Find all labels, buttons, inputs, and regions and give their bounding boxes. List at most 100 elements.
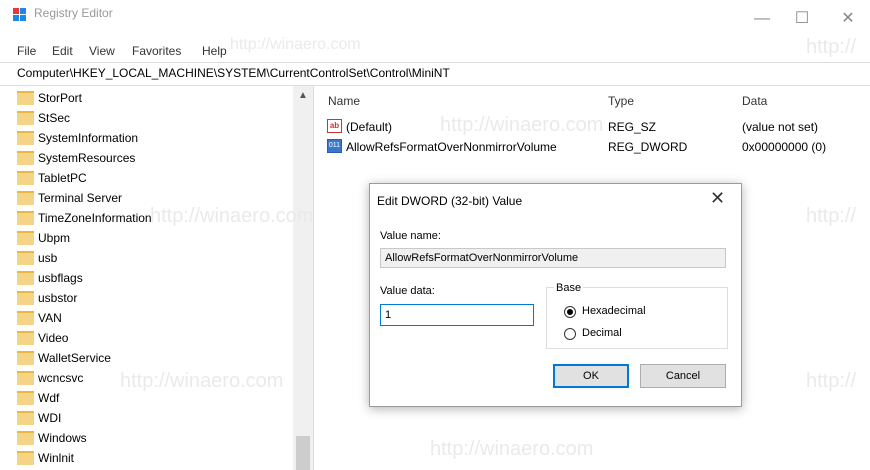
tree-item[interactable]: VAN xyxy=(0,308,290,328)
dword-value-icon: 011 xyxy=(327,139,342,153)
tree-item-label: Ubpm xyxy=(38,231,71,245)
folder-icon xyxy=(17,391,34,405)
dialog-close-button[interactable]: ✕ xyxy=(710,188,725,209)
column-header-data[interactable]: Data xyxy=(742,94,767,108)
folder-icon xyxy=(17,291,34,305)
tree-item[interactable]: WalletService xyxy=(0,348,290,368)
hexadecimal-radio[interactable] xyxy=(564,306,576,318)
tree-item-label: TimeZoneInformation xyxy=(38,211,152,225)
cancel-button[interactable]: Cancel xyxy=(640,364,726,388)
base-group xyxy=(546,287,728,349)
folder-icon xyxy=(17,351,34,365)
folder-icon xyxy=(17,211,34,225)
tree-item-label: usbflags xyxy=(38,271,83,285)
hexadecimal-label[interactable]: Hexadecimal xyxy=(582,305,646,317)
tree-item[interactable]: Ubpm xyxy=(0,228,290,248)
tree-item-label: Video xyxy=(38,331,69,345)
dialog-title: Edit DWORD (32-bit) Value xyxy=(377,194,523,208)
value-name: AllowRefsFormatOverNonmirrorVolume xyxy=(346,140,557,154)
address-bar[interactable]: Computer\HKEY_LOCAL_MACHINE\SYSTEM\Curre… xyxy=(0,62,870,86)
folder-icon xyxy=(17,431,34,445)
folder-icon xyxy=(17,131,34,145)
value-data: (value not set) xyxy=(742,120,819,134)
tree-scrollbar[interactable]: ▲ xyxy=(293,86,313,470)
menu-help[interactable]: Help xyxy=(202,44,227,58)
minimize-button[interactable]: — xyxy=(742,4,782,34)
value-name-field: AllowRefsFormatOverNonmirrorVolume xyxy=(380,248,726,268)
value-data-input[interactable] xyxy=(380,304,534,326)
value-name: (Default) xyxy=(346,120,393,134)
tree-item-label: SystemInformation xyxy=(38,131,139,145)
folder-icon xyxy=(17,371,34,385)
value-data: 0x00000000 (0) xyxy=(742,140,827,154)
folder-icon xyxy=(17,411,34,425)
menu-bar: File Edit View Favorites Help xyxy=(0,38,870,62)
folder-icon xyxy=(17,111,34,125)
tree-item[interactable]: TimeZoneInformation xyxy=(0,208,290,228)
tree-item[interactable]: Windows xyxy=(0,428,290,448)
value-data-label: Value data: xyxy=(380,285,435,297)
menu-favorites[interactable]: Favorites xyxy=(132,44,181,58)
folder-icon xyxy=(17,151,34,165)
scroll-thumb[interactable] xyxy=(296,436,310,470)
value-type: REG_DWORD xyxy=(608,140,688,154)
decimal-radio[interactable] xyxy=(564,328,576,340)
tree-item[interactable]: usb xyxy=(0,248,290,268)
value-row[interactable]: 011 AllowRefsFormatOverNonmirrorVolume R… xyxy=(314,138,870,156)
tree-item-label: StorPort xyxy=(38,91,83,105)
folder-icon xyxy=(17,191,34,205)
folder-icon xyxy=(17,271,34,285)
scroll-up-icon[interactable]: ▲ xyxy=(298,90,308,101)
value-row[interactable]: ab (Default) REG_SZ (value not set) xyxy=(314,118,870,136)
folder-icon xyxy=(17,251,34,265)
menu-edit[interactable]: Edit xyxy=(52,44,73,58)
tree-item-label: WalletService xyxy=(38,351,111,365)
base-label: Base xyxy=(554,282,584,294)
tree-item[interactable]: SystemInformation xyxy=(0,128,290,148)
tree-item-label: Windows xyxy=(38,431,87,445)
tree-item-label: VAN xyxy=(38,311,62,325)
tree-item-label: TabletPC xyxy=(38,171,87,185)
tree-item[interactable]: wcncsvc xyxy=(0,368,290,388)
decimal-label[interactable]: Decimal xyxy=(582,327,622,339)
tree-item[interactable]: Winlnit xyxy=(0,448,290,468)
tree-item[interactable]: TabletPC xyxy=(0,168,290,188)
close-button[interactable]: ✕ xyxy=(828,4,868,34)
tree-item-label: usbstor xyxy=(38,291,78,305)
address-path[interactable]: Computer\HKEY_LOCAL_MACHINE\SYSTEM\Curre… xyxy=(17,66,450,80)
tree-item[interactable]: WDI xyxy=(0,408,290,428)
column-header-name[interactable]: Name xyxy=(328,94,360,108)
tree-item-label: Winlnit xyxy=(38,451,75,465)
menu-file[interactable]: File xyxy=(17,44,36,58)
tree-item[interactable]: SystemResources xyxy=(0,148,290,168)
tree-item[interactable]: Video xyxy=(0,328,290,348)
folder-icon xyxy=(17,231,34,245)
folder-icon xyxy=(17,331,34,345)
value-type: REG_SZ xyxy=(608,120,657,134)
edit-dword-dialog: Edit DWORD (32-bit) Value ✕ Value name: … xyxy=(369,183,742,407)
column-header-type[interactable]: Type xyxy=(608,94,634,108)
tree-item-label: wcncsvc xyxy=(38,371,84,385)
registry-tree: StorPort StSec SystemInformation SystemR… xyxy=(0,86,314,470)
tree-item[interactable]: Terminal Server xyxy=(0,188,290,208)
value-name-label: Value name: xyxy=(380,230,441,242)
folder-icon xyxy=(17,91,34,105)
tree-item-label: SystemResources xyxy=(38,151,136,165)
tree-item-label: WDI xyxy=(38,411,62,425)
folder-icon xyxy=(17,311,34,325)
maximize-button[interactable]: ☐ xyxy=(782,4,822,34)
window-title: Registry Editor xyxy=(34,6,113,20)
registry-editor-icon xyxy=(13,8,29,22)
tree-item[interactable]: usbflags xyxy=(0,268,290,288)
tree-item-label: StSec xyxy=(38,111,71,125)
tree-item[interactable]: StSec xyxy=(0,108,290,128)
folder-icon xyxy=(17,451,34,465)
tree-item[interactable]: Wdf xyxy=(0,388,290,408)
folder-icon xyxy=(17,171,34,185)
menu-view[interactable]: View xyxy=(89,44,115,58)
tree-item[interactable]: usbstor xyxy=(0,288,290,308)
ok-button[interactable]: OK xyxy=(553,364,629,388)
tree-item[interactable]: StorPort xyxy=(0,88,290,108)
tree-item-label: Terminal Server xyxy=(38,191,123,205)
tree-item-label: Wdf xyxy=(38,391,60,405)
